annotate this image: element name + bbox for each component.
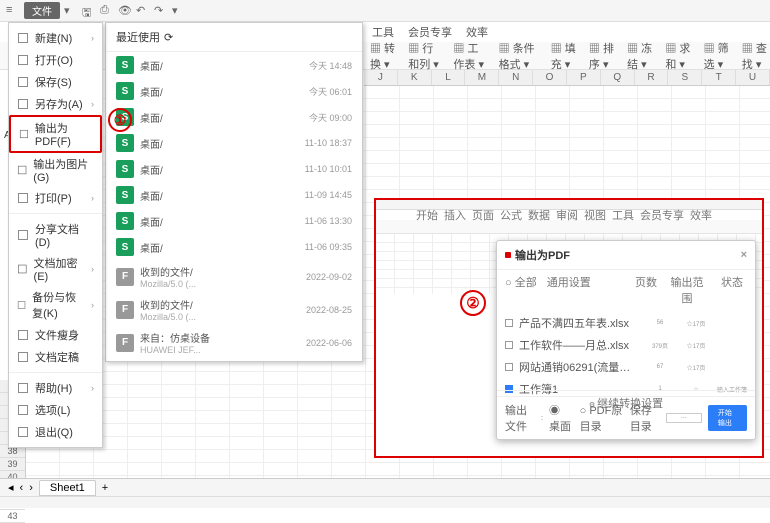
- filemenu-文件瘦身[interactable]: 文件瘦身: [9, 324, 102, 346]
- filemenu-备份与恢复(K)[interactable]: 备份与恢复(K)›: [9, 286, 102, 324]
- file-button[interactable]: 文件: [24, 2, 60, 19]
- col-T[interactable]: T: [702, 70, 736, 85]
- recent-item[interactable]: S桌面/今天 09:00: [106, 104, 362, 130]
- filemenu-输出为PDF(F)[interactable]: 输出为PDF(F): [9, 115, 102, 153]
- ribbon-cond[interactable]: ▦ 条件格式 ▾: [499, 40, 541, 72]
- ribbon-sort[interactable]: ▦ 排序 ▾: [589, 40, 617, 72]
- ribbon-find[interactable]: ▦ 查找 ▾: [742, 40, 770, 72]
- filemenu-文档加密(E)[interactable]: 文档加密(E)›: [9, 252, 102, 286]
- nav-prev-icon[interactable]: ‹: [20, 482, 24, 494]
- filemenu-帮助(H)[interactable]: 帮助(H)›: [9, 377, 102, 399]
- dialog-title: 输出为PDF ×: [497, 241, 755, 270]
- menu-icon[interactable]: ≡: [6, 4, 20, 18]
- col-M[interactable]: M: [465, 70, 499, 85]
- ribbon-freeze[interactable]: ▦ 冻结 ▾: [627, 40, 655, 72]
- sheet-tab[interactable]: Sheet1: [39, 480, 96, 496]
- radio-desktop[interactable]: ◉ 桌面: [549, 402, 574, 434]
- tab-all[interactable]: ○ 全部: [505, 274, 537, 306]
- filemenu-保存(S)[interactable]: 保存(S): [9, 71, 102, 93]
- dialog-title-icon: [505, 252, 511, 258]
- filemenu-另存为(A)[interactable]: 另存为(A)›: [9, 93, 102, 115]
- col-P[interactable]: P: [567, 70, 601, 85]
- recent-item[interactable]: F来自：仿桌设备HUAWEI JEF...2022-06-01: [106, 359, 362, 362]
- col-O[interactable]: O: [533, 70, 567, 85]
- inset-screenshot: 开始插入页面公式数据审阅视图工具会员专享效率 输出为PDF × ○ 全部 通用设…: [374, 198, 764, 458]
- print-icon[interactable]: ⎙: [100, 4, 114, 18]
- col-header-range: 输出范围: [667, 274, 707, 306]
- recent-item[interactable]: F收到的文件/Mozilla/5.0 (...2022-08-25: [106, 293, 362, 326]
- col-K[interactable]: K: [398, 70, 432, 85]
- recent-files-panel: 最近使用 ⟳ S桌面/今天 14:48S桌面/今天 06:01S桌面/今天 09…: [105, 22, 363, 362]
- recent-item[interactable]: S桌面/11-10 18:37: [106, 130, 362, 156]
- ribbon-rows[interactable]: ▦ 行和列 ▾: [408, 40, 443, 72]
- col-S[interactable]: S: [668, 70, 702, 85]
- col-L[interactable]: L: [432, 70, 466, 85]
- file-menu: 新建(N)›打开(O)保存(S)另存为(A)›输出为PDF(F)输出为图片(G)…: [8, 22, 103, 448]
- annotation-marker-2: ②: [460, 290, 486, 316]
- ribbon-fill[interactable]: ▦ 填充 ▾: [551, 40, 579, 72]
- ribbon-sum[interactable]: ▦ 求和 ▾: [665, 40, 693, 72]
- add-sheet-button[interactable]: +: [102, 482, 108, 494]
- close-icon[interactable]: ×: [741, 249, 747, 261]
- status-bar: [0, 496, 770, 508]
- tab-settings[interactable]: 通用设置: [547, 274, 591, 306]
- export-pdf-dialog: 输出为PDF × ○ 全部 通用设置 页数 输出范围 状态 产品不满四五年表.x…: [496, 240, 756, 440]
- start-export-button[interactable]: 开始输出: [708, 405, 747, 431]
- recent-item[interactable]: S桌面/11-06 09:35: [106, 234, 362, 260]
- menu-会员专享[interactable]: 会员专享: [408, 24, 452, 40]
- preview-icon[interactable]: 👁: [118, 4, 132, 18]
- more-icon[interactable]: ▾: [172, 4, 186, 18]
- dialog-file-row[interactable]: 产品不满四五年表.xlsx56☆17页: [505, 312, 747, 334]
- recent-item[interactable]: S桌面/今天 14:48: [106, 52, 362, 78]
- menu-效率[interactable]: 效率: [466, 24, 488, 40]
- ribbon-swap[interactable]: ▦ 转换 ▾: [370, 40, 398, 72]
- nav-first-icon[interactable]: ◂: [8, 481, 14, 494]
- redo-icon[interactable]: ↷: [154, 4, 168, 18]
- annotation-marker-1: ①: [108, 108, 132, 132]
- recent-header: 最近使用 ⟳: [106, 23, 362, 52]
- col-header-status: 状态: [717, 274, 747, 306]
- filemenu-输出为图片(G)[interactable]: 输出为图片(G): [9, 153, 102, 187]
- ribbon-sheet[interactable]: ▦ 工作表 ▾: [453, 40, 488, 72]
- path-input[interactable]: ···: [666, 413, 702, 423]
- filemenu-新建(N)[interactable]: 新建(N)›: [9, 27, 102, 49]
- filemenu-打印(P)[interactable]: 打印(P)›: [9, 187, 102, 209]
- dialog-tabs: ○ 全部 通用设置 页数 输出范围 状态: [497, 270, 755, 310]
- nav-next-icon[interactable]: ›: [29, 482, 33, 494]
- radio-samedir[interactable]: ○ PDF原目录: [580, 402, 624, 434]
- col-R[interactable]: R: [635, 70, 669, 85]
- filemenu-分享文档(D)[interactable]: 分享文档(D): [9, 218, 102, 252]
- col-header-pages: 页数: [635, 274, 657, 306]
- save-icon[interactable]: 🖫: [82, 4, 96, 18]
- title-bar: ≡ 文件 ▾ 🖫 ⎙ 👁 ↶ ↷ ▾: [0, 0, 770, 22]
- filemenu-退出(Q)[interactable]: 退出(Q): [9, 421, 102, 443]
- inset-menubar: 开始插入页面公式数据审阅视图工具会员专享效率: [376, 210, 762, 220]
- sheet-tab-bar: ◂ ‹ › Sheet1 +: [0, 478, 770, 496]
- col-U[interactable]: U: [736, 70, 770, 85]
- undo-icon[interactable]: ↶: [136, 4, 150, 18]
- dialog-file-row[interactable]: 网站通销06291(流量五套餐).xlsx67☆17页: [505, 356, 747, 378]
- recent-item[interactable]: F收到的文件/Mozilla/5.0 (...2022-09-02: [106, 260, 362, 293]
- col-Q[interactable]: Q: [601, 70, 635, 85]
- dialog-file-row[interactable]: 工作软件——月总.xlsx379页☆17页: [505, 334, 747, 356]
- column-headers: JKLMNOPQRSTU: [364, 70, 770, 86]
- dropdown-icon[interactable]: ▾: [64, 4, 78, 18]
- row-39[interactable]: 39: [0, 458, 25, 471]
- col-J[interactable]: J: [364, 70, 398, 85]
- menu-工具[interactable]: 工具: [372, 24, 394, 40]
- ribbon-filter[interactable]: ▦ 筛选 ▾: [704, 40, 732, 72]
- recent-item[interactable]: S桌面/今天 06:01: [106, 78, 362, 104]
- row-43[interactable]: 43: [0, 510, 25, 523]
- filemenu-打开(O)[interactable]: 打开(O): [9, 49, 102, 71]
- recent-item[interactable]: F来自：仿桌设备HUAWEI JEF...2022-06-06: [106, 326, 362, 359]
- dialog-footer: 输出文件: ◉ 桌面 ○ PDF原目录 保存目录 ··· 开始输出: [497, 396, 755, 439]
- dialog-file-list: 产品不满四五年表.xlsx56☆17页工作软件——月总.xlsx379页☆17页…: [497, 310, 755, 402]
- col-N[interactable]: N: [499, 70, 533, 85]
- recent-item[interactable]: S桌面/11-09 14:45: [106, 182, 362, 208]
- filemenu-文档定稿[interactable]: 文档定稿: [9, 346, 102, 368]
- filemenu-选项(L)[interactable]: 选项(L): [9, 399, 102, 421]
- recent-item[interactable]: S桌面/11-10 10:01: [106, 156, 362, 182]
- refresh-icon[interactable]: ⟳: [164, 31, 173, 44]
- recent-item[interactable]: S桌面/11-06 13:30: [106, 208, 362, 234]
